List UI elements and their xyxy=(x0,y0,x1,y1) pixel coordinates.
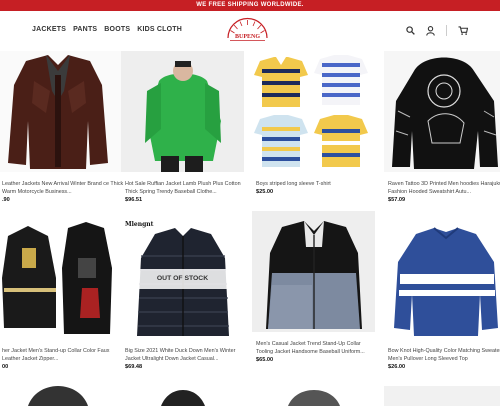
nav-kids-cloth[interactable]: KIDS CLOTH xyxy=(137,26,182,33)
out-of-stock-badge: OUT OF STOCK xyxy=(121,269,244,289)
product-image[interactable] xyxy=(384,51,500,172)
nav-boots[interactable]: BOOTS xyxy=(104,26,130,33)
product-image[interactable] xyxy=(121,386,244,406)
product-title[interactable]: Men's Casual Jacket Trend Stand-Up Colla… xyxy=(256,340,378,356)
product-price: $69.48 xyxy=(125,364,143,370)
header-divider xyxy=(446,25,447,36)
product-image[interactable] xyxy=(384,218,500,339)
cart-icon[interactable] xyxy=(458,26,468,35)
product-image[interactable] xyxy=(0,51,121,172)
product-image[interactable] xyxy=(252,51,375,172)
main-nav: JACKETS PANTS BOOTS KIDS CLOTH xyxy=(32,26,182,33)
product-title[interactable]: Hot Sale Ruffian Jacket Lamb Plush Plus … xyxy=(125,180,247,196)
product-title[interactable]: her Jacket Men's Stand-up Collar Color F… xyxy=(2,347,124,363)
user-icon[interactable] xyxy=(426,25,435,36)
product-title[interactable]: Boys striped long sleeve T-shirt xyxy=(256,180,378,188)
product-price: $25.00 xyxy=(256,189,274,195)
product-price: .90 xyxy=(2,197,10,203)
site-header: JACKETS PANTS BOOTS KIDS CLOTH BUPENG xyxy=(0,11,500,51)
site-logo[interactable]: BUPENG xyxy=(224,16,271,46)
product-image[interactable] xyxy=(384,386,500,406)
product-image[interactable] xyxy=(0,386,121,406)
product-price: $96.51 xyxy=(125,197,143,203)
header-icons xyxy=(406,25,468,36)
product-title[interactable]: Big Size 2021 White Duck Down Men's Wint… xyxy=(125,347,247,363)
product-price: $57.09 xyxy=(388,197,406,203)
product-card-partial[interactable] xyxy=(384,386,500,406)
product-image[interactable] xyxy=(121,51,244,172)
product-title[interactable]: Raven Tattoo 3D Printed Men hoodies Hara… xyxy=(388,180,500,196)
product-image[interactable] xyxy=(252,386,375,406)
product-title[interactable]: Bow Knot High-Quality Color Matching Swe… xyxy=(388,347,500,363)
search-icon[interactable] xyxy=(406,26,415,35)
nav-jackets[interactable]: JACKETS xyxy=(32,26,66,33)
product-card-partial[interactable] xyxy=(252,386,377,406)
product-title[interactable]: Leather Jackets New Arrival Winter Brand… xyxy=(2,180,124,196)
shipping-banner: WE FREE SHIPPING WORLDWIDE. xyxy=(0,0,500,11)
nav-pants[interactable]: PANTS xyxy=(73,26,97,33)
product-price: 00 xyxy=(2,364,9,370)
product-image[interactable] xyxy=(0,218,121,339)
product-card-partial[interactable] xyxy=(121,386,246,406)
product-price: $26.00 xyxy=(388,364,406,370)
product-price: $65.00 xyxy=(256,357,274,363)
logo-text: BUPENG xyxy=(235,34,260,40)
product-brand-label: Mlengnt xyxy=(125,221,154,228)
product-image[interactable] xyxy=(252,211,375,332)
product-card-partial[interactable] xyxy=(0,386,123,406)
product-image[interactable]: Mlengnt OUT OF STOCK xyxy=(121,218,244,339)
